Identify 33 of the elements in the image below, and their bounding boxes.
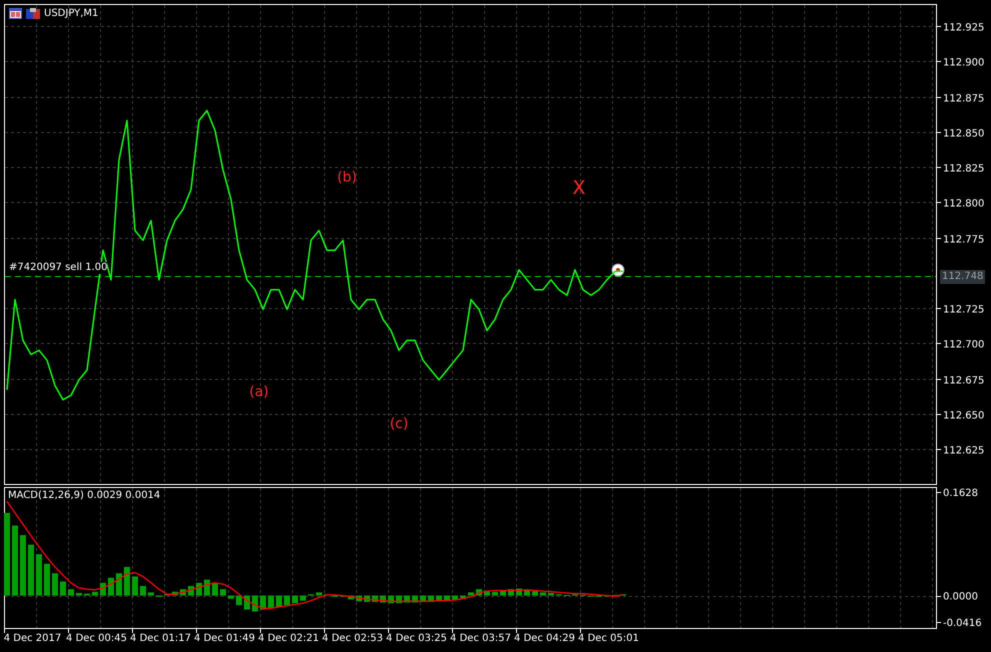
wave-label: (a) [249, 384, 269, 400]
price-axis-label: 112.925 [943, 22, 984, 34]
price-axis-label: 112.825 [943, 164, 984, 174]
price-axis-label: 112.625 [943, 446, 984, 456]
cross-mark: X [572, 176, 586, 199]
price-axis-label: 112.775 [943, 234, 984, 246]
price-axis-label: 112.725 [943, 304, 984, 316]
time-axis-label: 4 Dec 05:01 [578, 633, 639, 644]
wave-label: (c) [390, 416, 408, 432]
indicator-axis-label: 0.0000 [943, 592, 978, 603]
indicator-axis-label: 0.1628 [943, 488, 978, 499]
time-axis-label: 4 Dec 04:29 [514, 633, 575, 644]
indicator-title: MACD(12,26,9) 0.0029 0.0014 [8, 490, 160, 501]
price-axis-label: 112.800 [943, 198, 984, 210]
chart-title: USDJPY,M1 [44, 8, 98, 19]
time-axis-label: 4 Dec 03:57 [450, 633, 511, 644]
time-axis-label: 4 Dec 2017 [4, 633, 62, 644]
time-axis-label: 4 Dec 03:25 [386, 633, 447, 644]
time-axis-label: 4 Dec 00:45 [66, 633, 127, 644]
price-axis-label: 112.700 [943, 340, 984, 350]
price-axis-label: 112.900 [943, 58, 984, 68]
price-axis-label: 112.675 [943, 376, 984, 386]
current-price-tag: 112.748 [940, 270, 986, 284]
time-axis-label: 4 Dec 02:53 [322, 633, 383, 644]
indicator-axis-label: -0.0416 [943, 618, 982, 630]
order-label: #7420097 sell 1.00 [9, 262, 108, 274]
price-axis-label: 112.875 [943, 94, 984, 104]
price-axis-label: 112.650 [943, 410, 984, 422]
time-axis-label: 4 Dec 01:49 [194, 633, 255, 644]
time-axis-label: 4 Dec 01:17 [130, 633, 191, 644]
wave-label: (b) [337, 169, 357, 186]
price-axis-label: 112.850 [943, 128, 984, 140]
time-axis-label: 4 Dec 02:21 [258, 633, 319, 644]
